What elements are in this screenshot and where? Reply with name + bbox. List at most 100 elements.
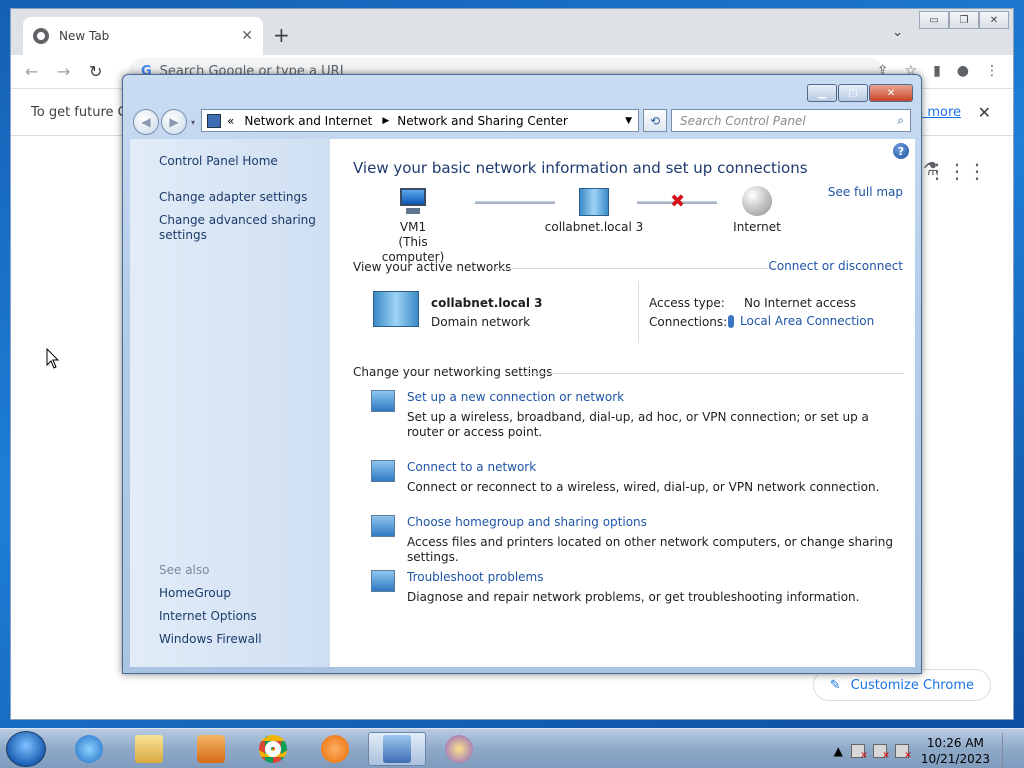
map-link-line <box>475 201 555 204</box>
active-network-name: collabnet.local 3 <box>431 296 543 310</box>
clock[interactable]: 10:26 AM 10/21/2023 <box>921 735 990 767</box>
tab-search-icon[interactable]: ⌄ <box>892 25 903 40</box>
sidebar-item-change-advanced-sharing[interactable]: Change advanced sharing settings <box>159 213 319 243</box>
taskbar-security-app[interactable] <box>430 732 488 766</box>
recent-pages-chevron-icon[interactable]: ▾ <box>189 109 197 135</box>
homegroup-options-desc: Access files and printers located on oth… <box>407 535 893 564</box>
profile-icon[interactable]: ● <box>957 63 969 79</box>
main-panel: ? View your basic network information an… <box>330 139 915 667</box>
taskbar-control-panel[interactable] <box>368 732 426 766</box>
back-icon[interactable]: ◀ <box>133 109 159 135</box>
taskbar-chrome[interactable] <box>244 732 302 766</box>
section-divider <box>495 268 775 269</box>
local-area-connection-link[interactable]: Local Area Connection <box>728 314 874 328</box>
chrome-tabstrip: New Tab ✕ + ⌄ ▭ ❐ ✕ <box>11 9 1013 55</box>
address-bar[interactable]: « Network and Internet ▶ Network and Sha… <box>201 109 639 132</box>
forward-icon[interactable]: ▶ <box>161 109 187 135</box>
troubleshoot-icon <box>371 570 395 592</box>
connections-label: Connections: <box>649 315 728 329</box>
taskbar-file-explorer[interactable] <box>120 732 178 766</box>
menu-icon[interactable]: ⋮ <box>985 63 999 79</box>
folder-icon <box>135 735 163 763</box>
maximize-icon[interactable]: ▢ <box>838 84 868 102</box>
new-tab-icon[interactable]: + <box>273 23 290 47</box>
see-full-map-link[interactable]: See full map <box>828 185 903 199</box>
apps-grid-icon[interactable]: ⋮⋮⋮ <box>927 159 987 183</box>
page-title: View your basic network information and … <box>353 159 808 177</box>
setup-connection-link[interactable]: Set up a new connection or network <box>407 390 624 404</box>
connect-network-desc: Connect or reconnect to a wireless, wire… <box>407 480 880 494</box>
breadcrumb-overflow[interactable]: « <box>227 114 234 128</box>
ethernet-plug-icon <box>728 314 734 328</box>
search-input[interactable]: Search Control Panel ⌕ <box>671 109 911 132</box>
computer-icon <box>398 188 428 216</box>
control-panel-icon <box>383 735 411 763</box>
sidebar-item-control-panel-home[interactable]: Control Panel Home <box>159 154 319 169</box>
restore-icon[interactable]: ❐ <box>949 11 979 29</box>
show-desktop-button[interactable] <box>1002 733 1014 768</box>
breadcrumb-sharing-center[interactable]: Network and Sharing Center <box>397 114 568 128</box>
connect-disconnect-link[interactable]: Connect or disconnect <box>768 259 903 273</box>
setup-network-icon <box>371 390 395 412</box>
lock-shield-icon <box>445 735 473 763</box>
window-controls: ▁ ▢ ✕ <box>807 84 913 102</box>
show-hidden-icons-icon[interactable]: ▲ <box>834 744 843 758</box>
refresh-icon[interactable]: ⟲ <box>643 109 667 132</box>
see-also-heading: See also <box>159 563 210 577</box>
close-icon[interactable]: ✕ <box>979 11 1009 29</box>
sidebar-item-internet-options[interactable]: Internet Options <box>159 609 319 624</box>
side-panel-icon[interactable]: ▮ <box>933 63 941 79</box>
media-player-icon <box>197 735 225 763</box>
network-tray-icon[interactable] <box>872 744 890 761</box>
access-type-value: No Internet access <box>744 296 857 310</box>
sidebar-item-change-adapter-settings[interactable]: Change adapter settings <box>159 190 319 205</box>
breadcrumb-separator-icon[interactable]: ▶ <box>382 116 389 126</box>
internet-label: Internet <box>733 220 781 234</box>
action-center-icon[interactable] <box>850 744 868 761</box>
sidebar-item-windows-firewall[interactable]: Windows Firewall <box>159 632 319 647</box>
content-area: Control Panel Home Change adapter settin… <box>130 139 915 667</box>
close-tab-icon[interactable]: ✕ <box>241 28 253 44</box>
search-placeholder: Search Control Panel <box>680 113 806 128</box>
reload-icon[interactable]: ↻ <box>89 62 121 81</box>
minimize-icon[interactable]: ▭ <box>919 11 949 29</box>
minimize-icon[interactable]: ▁ <box>807 84 837 102</box>
map-node-computer[interactable]: VM1 (This computer) <box>368 188 458 265</box>
homegroup-options-link[interactable]: Choose homegroup and sharing options <box>407 515 647 529</box>
map-node-internet[interactable]: Internet <box>722 186 792 235</box>
clock-time: 10:26 AM <box>926 736 984 750</box>
chrome-tab[interactable]: New Tab ✕ <box>23 17 263 55</box>
taskbar-media-player[interactable] <box>182 732 240 766</box>
address-dropdown-icon[interactable]: ▼ <box>625 116 632 126</box>
taskbar: ▲ 10:26 AM 10/21/2023 <box>0 728 1024 768</box>
troubleshoot-desc: Diagnose and repair network problems, or… <box>407 590 860 604</box>
map-node-network[interactable]: collabnet.local 3 <box>544 188 644 235</box>
active-networks-heading: View your active networks <box>353 260 512 274</box>
back-icon[interactable]: ← <box>25 62 57 81</box>
close-icon[interactable]: ✕ <box>869 84 913 102</box>
avast-icon <box>321 735 349 763</box>
control-panel-icon <box>207 113 221 128</box>
active-network-type: Domain network <box>431 315 531 329</box>
breadcrumb-network-internet[interactable]: Network and Internet <box>244 114 372 128</box>
network-icon <box>579 188 609 216</box>
forward-icon[interactable]: → <box>57 62 89 81</box>
start-button[interactable] <box>6 731 46 767</box>
connect-network-icon <box>371 460 395 482</box>
troubleshoot-link[interactable]: Troubleshoot problems <box>407 570 543 584</box>
system-tray: ▲ 10:26 AM 10/21/2023 <box>834 733 1014 768</box>
connect-network-link[interactable]: Connect to a network <box>407 460 536 474</box>
volume-icon[interactable] <box>894 744 912 761</box>
taskbar-avast[interactable] <box>306 732 364 766</box>
network-name: collabnet.local 3 <box>544 220 644 234</box>
internet-explorer-icon <box>75 735 103 763</box>
settings-heading: Change your networking settings <box>353 365 553 379</box>
chrome-tab-title: New Tab <box>59 29 110 43</box>
infobar-close-icon[interactable]: ✕ <box>978 103 991 122</box>
taskbar-internet-explorer[interactable] <box>60 732 118 766</box>
help-icon[interactable]: ? <box>893 143 909 159</box>
search-icon[interactable]: ⌕ <box>897 113 904 128</box>
chrome-favicon-icon <box>33 28 49 44</box>
chrome-window-controls: ▭ ❐ ✕ <box>919 11 1009 29</box>
sidebar-item-homegroup[interactable]: HomeGroup <box>159 586 319 601</box>
